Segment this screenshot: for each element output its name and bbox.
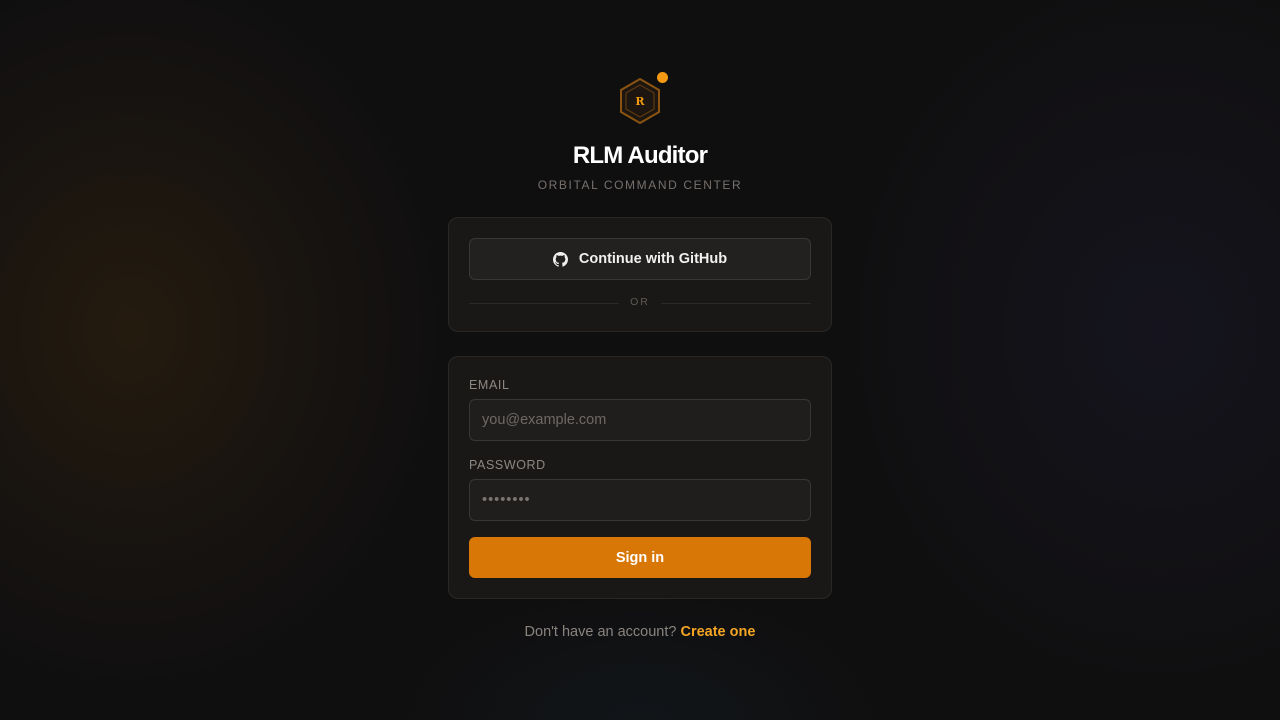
divider-line-right (661, 303, 811, 304)
app-title: RLM Auditor (572, 142, 708, 169)
logo-letter: R (635, 95, 645, 108)
email-label: EMAIL (469, 378, 510, 392)
signup-prompt-text: Don't have an account? (524, 624, 677, 640)
login-form-card: EMAIL PASSWORD Sign in (448, 356, 832, 599)
create-account-link[interactable]: Create one (680, 624, 755, 640)
brand-logo: R (618, 70, 670, 124)
github-icon (552, 251, 568, 267)
sign-in-button[interactable]: Sign in (469, 537, 811, 578)
oauth-card: Continue with GitHub OR (448, 217, 832, 332)
github-button-label: Continue with GitHub (578, 251, 728, 267)
github-signin-button[interactable]: Continue with GitHub (469, 238, 811, 280)
password-label: PASSWORD (469, 458, 546, 472)
or-divider: OR (469, 296, 811, 310)
signup-prompt: Don't have an account? Create one (0, 624, 1280, 640)
password-field[interactable] (469, 479, 811, 521)
divider-text: OR (630, 296, 650, 308)
status-dot (657, 72, 668, 83)
app-subtitle: ORBITAL COMMAND CENTER (537, 178, 743, 192)
email-field[interactable] (469, 399, 811, 441)
